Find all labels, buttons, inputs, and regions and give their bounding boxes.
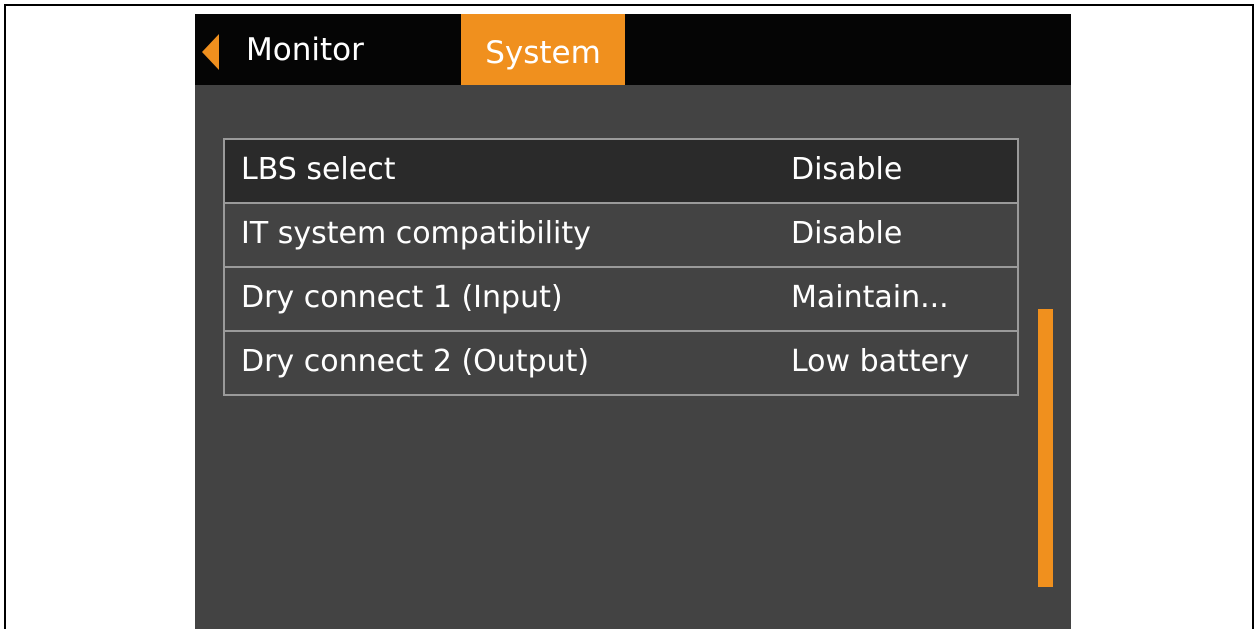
tab-monitor-label: Monitor [246,31,364,68]
settings-row-value: Maintain... [791,280,949,315]
tab-bar: Monitor System [195,14,1071,85]
settings-row-value: Disable [791,216,903,251]
settings-row-it-system-compatibility[interactable]: IT system compatibility Disable [225,204,1017,268]
device-screen: Monitor System LBS select Disable IT sys… [195,14,1071,629]
settings-row-lbs-select[interactable]: LBS select Disable [225,140,1017,204]
settings-row-label: LBS select [241,152,396,187]
settings-row-label: Dry connect 2 (Output) [241,344,590,379]
tab-system-label: System [485,34,601,71]
tab-system[interactable]: System [461,14,625,85]
settings-row-dry-connect-1[interactable]: Dry connect 1 (Input) Maintain... [225,268,1017,332]
settings-row-value: Disable [791,152,903,187]
settings-row-dry-connect-2[interactable]: Dry connect 2 (Output) Low battery [225,332,1017,394]
settings-list: LBS select Disable IT system compatibili… [223,138,1019,396]
settings-row-label: Dry connect 1 (Input) [241,280,563,315]
settings-row-value: Low battery [791,344,970,379]
scrollbar[interactable] [1038,309,1053,587]
back-arrow-icon[interactable] [202,34,219,70]
tab-monitor[interactable]: Monitor [246,14,364,85]
settings-row-label: IT system compatibility [241,216,591,251]
